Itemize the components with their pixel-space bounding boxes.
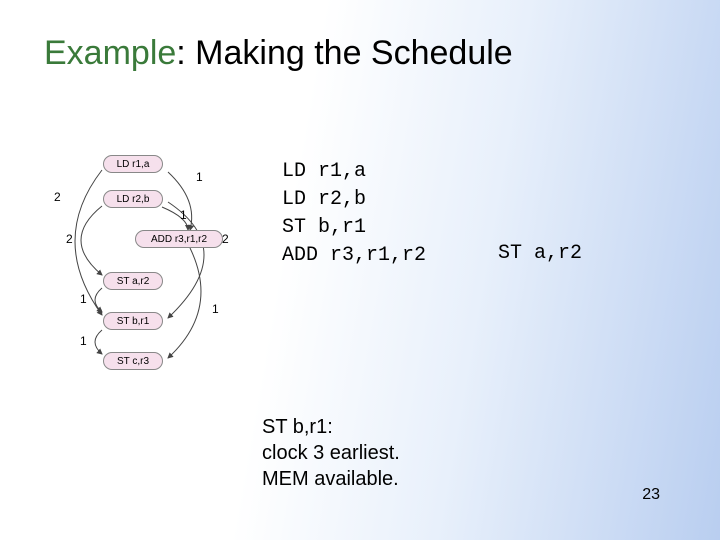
edge-label: 1	[80, 334, 87, 348]
edge-label: 1	[196, 170, 203, 184]
edge-label: 2	[222, 232, 229, 246]
slide-title: Example: Making the Schedule	[44, 34, 513, 73]
schedule-code-col1: LD r1,a LD r2,b ST b,r1 ADD r3,r1,r2	[282, 158, 426, 270]
code-line: LD r1,a	[282, 160, 366, 183]
edge-label: 1	[212, 302, 219, 316]
title-example: Example	[44, 34, 176, 72]
graph-node-st-b-r1: ST b,r1	[103, 312, 163, 330]
code-line: ST b,r1	[282, 216, 366, 239]
edge-label: 2	[66, 232, 73, 246]
graph-node-st-a-r2: ST a,r2	[103, 272, 163, 290]
graph-node-add: ADD r3,r1,r2	[135, 230, 223, 248]
annotation-line: MEM available.	[262, 466, 400, 492]
annotation-line: clock 3 earliest.	[262, 440, 400, 466]
graph-node-ld-r1-a: LD r1,a	[103, 155, 163, 173]
slide-number: 23	[642, 486, 660, 504]
graph-node-st-c-r3: ST c,r3	[103, 352, 163, 370]
code-line: LD r2,b	[282, 188, 366, 211]
edge-label: 1	[180, 208, 187, 222]
dependency-graph: LD r1,a LD r2,b ADD r3,r1,r2 ST a,r2 ST …	[40, 140, 260, 420]
code-line: ST a,r2	[498, 242, 582, 265]
graph-node-ld-r2-b: LD r2,b	[103, 190, 163, 208]
schedule-code-col2: ST a,r2	[498, 242, 582, 265]
edge-label: 1	[80, 292, 87, 306]
code-line: ADD r3,r1,r2	[282, 244, 426, 267]
annotation-line: ST b,r1:	[262, 414, 400, 440]
slide: Example: Making the Schedule	[0, 0, 720, 540]
annotation-text: ST b,r1: clock 3 earliest. MEM available…	[262, 414, 400, 492]
edge-label: 2	[54, 190, 61, 204]
title-rest: : Making the Schedule	[176, 34, 512, 72]
